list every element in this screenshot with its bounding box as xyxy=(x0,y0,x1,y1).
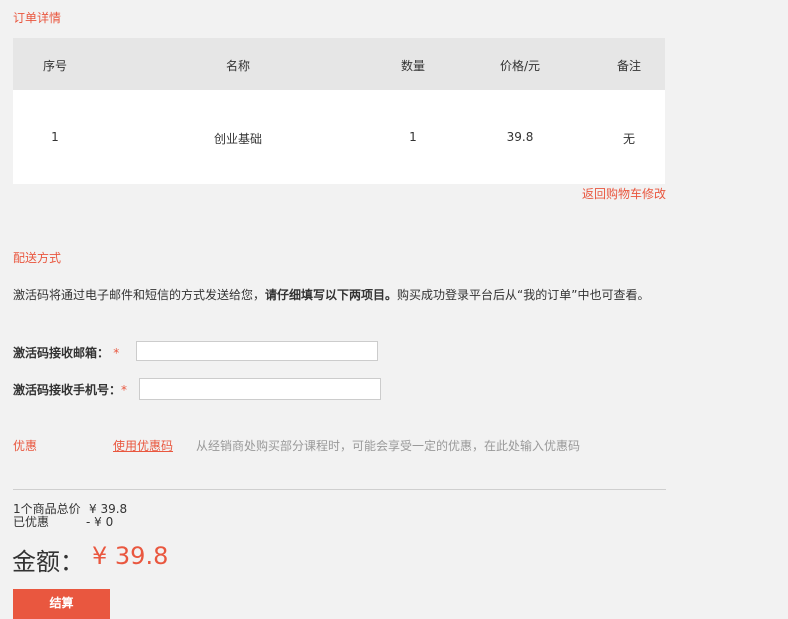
use-coupon-link[interactable]: 使用优惠码 xyxy=(113,437,173,454)
discount-value: - ¥ 0 xyxy=(86,515,114,529)
email-field[interactable] xyxy=(136,341,378,361)
email-label: 激活码接收邮箱： * xyxy=(13,344,119,361)
row-name: 创业基础 xyxy=(213,132,263,146)
required-mark: * xyxy=(113,346,120,360)
total-amount-value: ¥ 39.8 xyxy=(92,542,169,570)
email-label-text: 激活码接收邮箱： xyxy=(13,346,110,360)
table-row: 1 创业基础 1 39.8 无 xyxy=(13,90,665,184)
checkout-button[interactable]: 结算 xyxy=(13,589,110,619)
delivery-desc-post: 购买成功登录平台后从“我的订单”中也可查看。 xyxy=(397,288,650,302)
row-quantity: 1 xyxy=(409,130,417,144)
required-mark: * xyxy=(121,383,128,397)
delivery-description: 激活码将通过电子邮件和短信的方式发送给您，请仔细填写以下两项目。购买成功登录平台… xyxy=(13,286,649,303)
back-to-cart-link[interactable]: 返回购物车修改 xyxy=(582,185,666,202)
phone-label-text: 激活码接收手机号： xyxy=(13,383,122,397)
order-table-header: 序号 名称 数量 价格/元 备注 xyxy=(13,38,665,90)
phone-field[interactable] xyxy=(139,378,381,400)
row-index: 1 xyxy=(51,130,59,144)
discount-label: 已优惠 xyxy=(13,515,50,529)
column-header-note: 备注 xyxy=(616,59,642,73)
row-note: 无 xyxy=(622,132,636,146)
column-header-quantity: 数量 xyxy=(400,59,426,73)
delivery-desc-bold: 请仔细填写以下两项目。 xyxy=(265,288,398,302)
column-header-index: 序号 xyxy=(42,59,68,73)
order-table: 序号 名称 数量 价格/元 备注 1 创业基础 1 39.8 无 xyxy=(13,38,665,184)
delivery-desc-pre: 激活码将通过电子邮件和短信的方式发送给您， xyxy=(13,288,266,302)
column-header-price: 价格/元 xyxy=(499,59,541,73)
delivery-title: 配送方式 xyxy=(13,251,62,265)
coupon-title: 优惠 xyxy=(13,439,38,453)
row-price: 39.8 xyxy=(506,130,534,144)
column-header-name: 名称 xyxy=(225,59,251,73)
divider xyxy=(13,489,666,490)
phone-label: 激活码接收手机号：* xyxy=(13,381,127,398)
order-details-title: 订单详情 xyxy=(13,11,62,25)
total-amount-label: 金额： xyxy=(12,548,84,576)
coupon-hint: 从经销商处购买部分课程时，可能会享受一定的优惠，在此处输入优惠码 xyxy=(196,439,581,453)
